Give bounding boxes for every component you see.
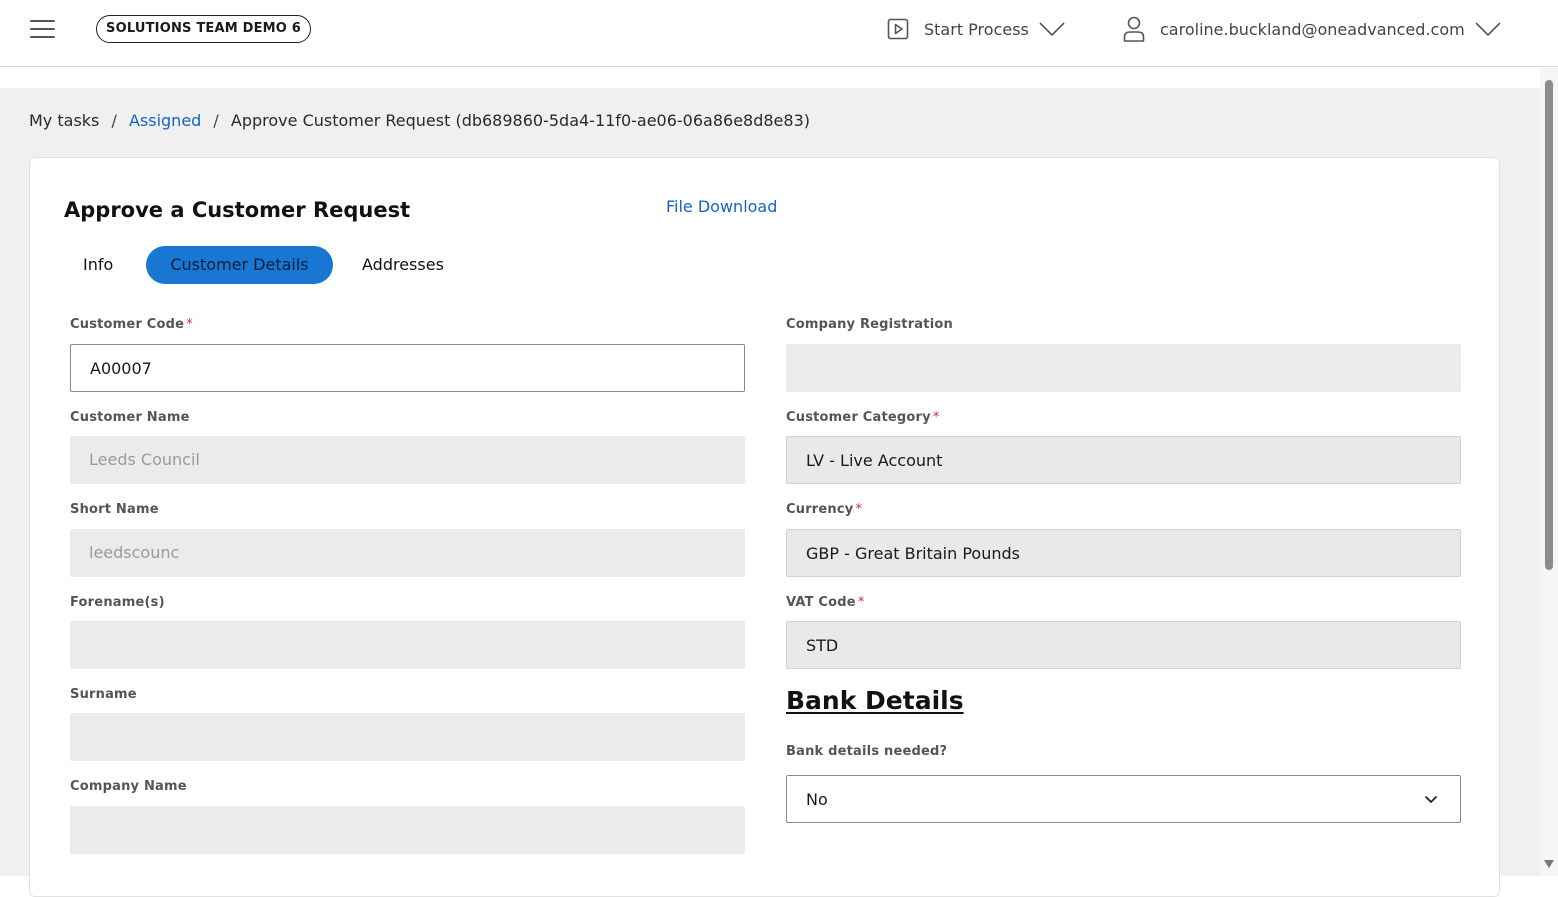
page-scrollbar[interactable] <box>1540 68 1558 876</box>
vat-code-select: STD <box>786 621 1461 669</box>
breadcrumb-assigned-link[interactable]: Assigned <box>129 111 201 130</box>
start-process-label: Start Process <box>924 19 1029 39</box>
required-marker: * <box>186 317 193 332</box>
breadcrumb-separator: / <box>111 111 117 130</box>
tab-customer-details[interactable]: Customer Details <box>146 246 333 284</box>
customer-code-input[interactable]: A00007 <box>70 344 745 392</box>
scrollbar-thumb[interactable] <box>1545 80 1553 570</box>
file-download-link[interactable]: File Download <box>666 197 777 216</box>
chevron-down-icon <box>1039 22 1065 37</box>
customer-name-field: Leeds Council <box>70 436 745 484</box>
scroll-down-arrow-icon[interactable] <box>1544 860 1554 868</box>
page-title: Approve a Customer Request <box>64 198 411 222</box>
required-marker: * <box>932 410 940 425</box>
start-process-menu[interactable]: Start Process <box>886 17 1065 41</box>
short-name-label: Short Name <box>70 502 159 517</box>
company-registration-label: Company Registration <box>786 317 953 332</box>
tenant-badge[interactable]: SOLUTIONS TEAM DEMO 6 <box>96 15 312 43</box>
top-bar: SOLUTIONS TEAM DEMO 6 Start Process caro… <box>0 0 1558 67</box>
currency-select: GBP - Great Britain Pounds <box>786 529 1461 577</box>
bank-details-needed-label: Bank details needed? <box>786 744 948 759</box>
chevron-down-icon <box>1475 22 1501 37</box>
required-marker: * <box>857 595 865 610</box>
company-name-field <box>70 806 745 854</box>
customer-category-label: Customer Category * <box>786 410 940 425</box>
bank-details-needed-value: No <box>806 790 828 809</box>
hamburger-menu-icon[interactable] <box>30 19 55 39</box>
play-square-icon <box>887 18 909 40</box>
breadcrumb-current: Approve Customer Request (db689860-5da4-… <box>230 111 810 130</box>
header-spacer <box>0 68 1540 88</box>
user-menu[interactable]: caroline.buckland@oneadvanced.com <box>1122 15 1501 43</box>
bank-details-needed-select[interactable]: No <box>786 775 1461 823</box>
bank-details-heading: Bank Details <box>786 686 964 715</box>
currency-label: Currency * <box>786 502 863 517</box>
surname-label: Surname <box>70 687 137 702</box>
forenames-field <box>70 621 745 669</box>
required-marker: * <box>855 502 863 517</box>
forenames-label: Forename(s) <box>70 595 165 610</box>
breadcrumb: My tasks / Assigned / Approve Customer R… <box>29 111 810 130</box>
customer-name-label: Customer Name <box>70 410 190 425</box>
breadcrumb-separator: / <box>213 111 219 130</box>
user-email: caroline.buckland@oneadvanced.com <box>1160 19 1465 39</box>
surname-field <box>70 713 745 761</box>
short-name-field: leedscounc <box>70 529 745 577</box>
user-icon <box>1123 16 1145 42</box>
customer-category-select: LV - Live Account <box>786 436 1461 484</box>
breadcrumb-my-tasks[interactable]: My tasks <box>29 111 99 130</box>
vat-code-label: VAT Code * <box>786 595 865 610</box>
tab-addresses[interactable]: Addresses <box>362 246 444 284</box>
company-registration-field <box>786 344 1461 392</box>
company-name-label: Company Name <box>70 779 187 794</box>
chevron-down-icon <box>1424 795 1438 804</box>
tab-info[interactable]: Info <box>83 246 113 284</box>
customer-code-label: Customer Code * <box>70 317 193 332</box>
